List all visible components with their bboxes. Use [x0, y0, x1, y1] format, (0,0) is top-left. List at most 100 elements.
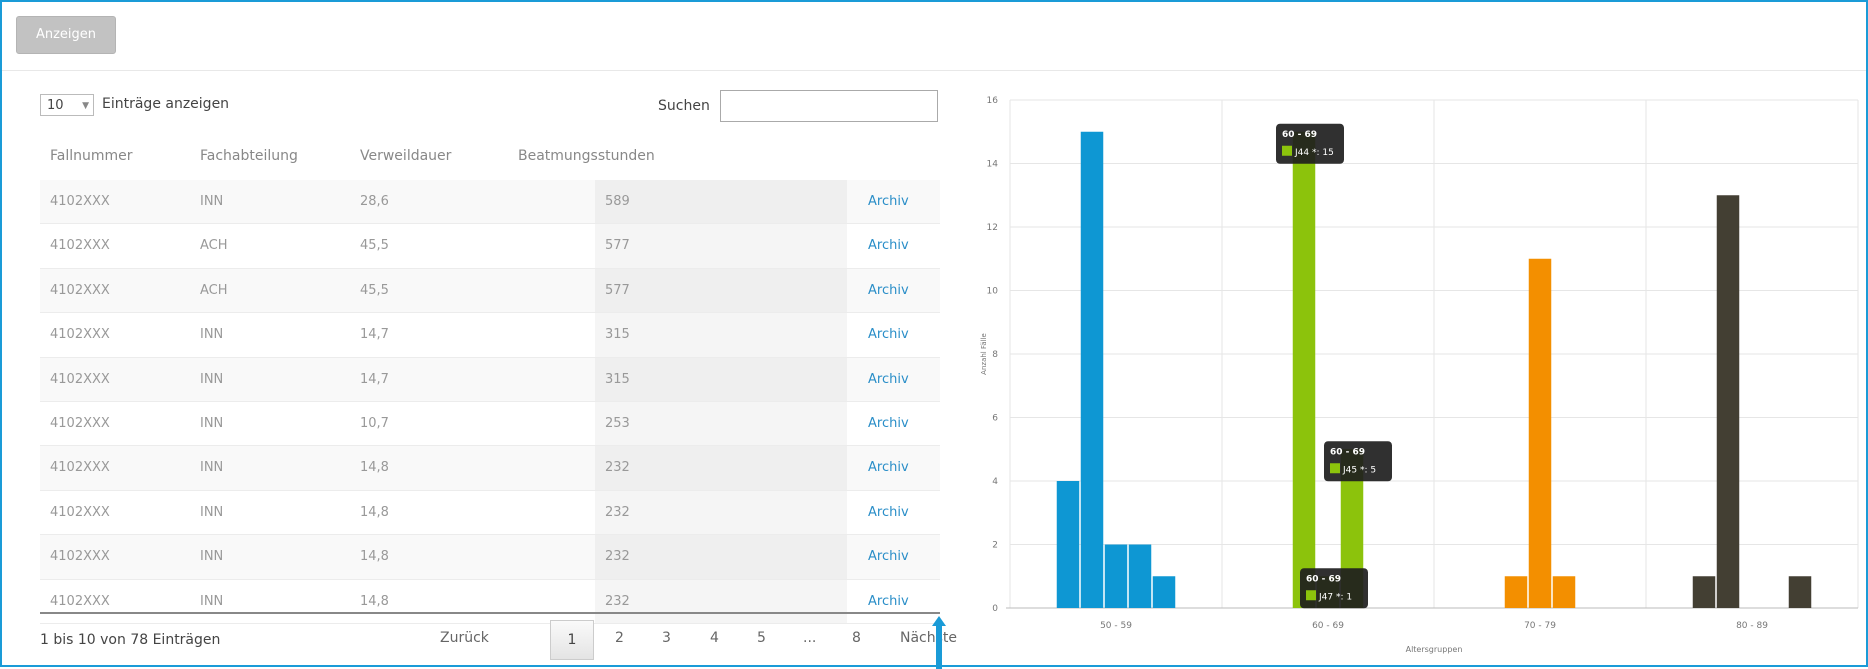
arrow-up-icon: [932, 616, 946, 669]
cell-fachabteilung: INN: [200, 549, 224, 565]
sorted-column-shade: [595, 357, 847, 401]
cell-verweildauer: 14,8: [360, 593, 389, 609]
cell-fachabteilung: INN: [200, 460, 224, 476]
chart-bar[interactable]: [1056, 481, 1080, 608]
cell-fallnummer: 4102XXX: [50, 371, 110, 387]
cell-fachabteilung: ACH: [200, 238, 228, 254]
x-tick-label: 50 - 59: [1100, 621, 1132, 631]
chart-bar[interactable]: [1152, 576, 1176, 608]
column-header-fallnummer[interactable]: Fallnummer: [50, 148, 133, 164]
pagination-page[interactable]: 4: [710, 630, 719, 646]
sorted-column-shade: [595, 535, 847, 579]
cell-verweildauer: 14,8: [360, 549, 389, 565]
column-header-fachabteilung[interactable]: Fachabteilung: [200, 148, 298, 164]
chart-bar[interactable]: [1788, 576, 1812, 608]
cell-verweildauer: 14,8: [360, 504, 389, 520]
cell-fachabteilung: INN: [200, 194, 224, 209]
cell-beatmungsstunden: 232: [605, 593, 630, 609]
x-axis-label: Altersgruppen: [1406, 645, 1463, 654]
show-button[interactable]: Anzeigen: [16, 16, 116, 54]
archiv-link[interactable]: Archiv: [868, 283, 909, 298]
entries-length-label: Einträge anzeigen: [102, 96, 230, 112]
cell-fallnummer: 4102XXX: [50, 415, 110, 431]
x-tick-label: 80 - 89: [1736, 621, 1768, 631]
search-input[interactable]: [720, 90, 938, 122]
table-row: 4102XXX ACH 45,5 577 Archiv: [40, 268, 940, 314]
column-header-beatmungsstunden[interactable]: Beatmungsstunden: [518, 148, 655, 164]
archiv-link[interactable]: Archiv: [868, 238, 909, 253]
search-label: Suchen: [658, 98, 710, 114]
cell-verweildauer: 28,6: [360, 194, 389, 209]
app-frame: Anzeigen 10 ▼ Einträge anzeigen Suchen F…: [0, 0, 1868, 669]
archiv-link[interactable]: Archiv: [868, 594, 909, 609]
toolbar: Anzeigen: [2, 2, 1866, 71]
pagination-prev[interactable]: Zurück: [440, 630, 489, 646]
archiv-link[interactable]: Archiv: [868, 505, 909, 520]
chart-bar[interactable]: [1316, 576, 1340, 608]
table-row: 4102XXX INN 14,8 232 Archiv: [40, 490, 940, 536]
table-row: 4102XXX INN 14,8 232 Archiv: [40, 535, 940, 580]
table-row: 4102XXX INN 14,8 232 Archiv: [40, 579, 940, 624]
y-tick-label: 16: [987, 96, 999, 106]
chart-bar[interactable]: [1692, 576, 1716, 608]
pagination-page[interactable]: 3: [662, 630, 671, 646]
y-tick-label: 8: [992, 350, 998, 360]
pagination-ellipsis: ...: [803, 630, 817, 646]
table-footer-divider: [40, 612, 940, 614]
archiv-link[interactable]: Archiv: [868, 460, 909, 475]
chart-bar[interactable]: [1104, 544, 1128, 609]
chart-bar[interactable]: [1340, 449, 1364, 608]
cell-beatmungsstunden: 577: [605, 238, 630, 254]
archiv-link[interactable]: Archiv: [868, 372, 909, 387]
cell-beatmungsstunden: 589: [605, 194, 630, 209]
cell-fachabteilung: INN: [200, 593, 224, 609]
cell-beatmungsstunden: 232: [605, 504, 630, 520]
pagination-page[interactable]: 5: [757, 630, 766, 646]
sorted-column-shade: [595, 313, 847, 357]
y-axis-label: Anzahl Fälle: [980, 333, 988, 375]
table-row: 4102XXX INN 14,7 315 Archiv: [40, 357, 940, 402]
table-header: Fallnummer Fachabteilung Verweildauer Be…: [40, 140, 940, 182]
pagination-page-current[interactable]: 1: [550, 620, 594, 660]
table-row: 4102XXX INN 14,8 232 Archiv: [40, 446, 940, 491]
cell-beatmungsstunden: 232: [605, 460, 630, 476]
chart-bar[interactable]: [1292, 131, 1316, 608]
column-header-verweildauer[interactable]: Verweildauer: [360, 148, 451, 164]
table-body: 4102XXX INN 28,6 589 Archiv 4102XXX ACH 45,5 577…: [40, 180, 940, 624]
cell-verweildauer: 45,5: [360, 282, 389, 298]
cell-verweildauer: 45,5: [360, 238, 389, 254]
chart-bar[interactable]: [1080, 131, 1104, 608]
pagination-page[interactable]: 8: [852, 630, 861, 646]
y-tick-label: 14: [987, 160, 999, 170]
y-tick-label: 2: [992, 541, 998, 551]
cell-verweildauer: 14,7: [360, 327, 389, 343]
pagination-next[interactable]: Nächste: [900, 630, 957, 646]
x-tick-label: 70 - 79: [1524, 621, 1556, 631]
sorted-column-shade: [595, 180, 847, 224]
y-tick-label: 12: [987, 223, 998, 233]
cell-fallnummer: 4102XXX: [50, 238, 110, 254]
entries-length-select[interactable]: 10 ▼: [40, 94, 94, 116]
chart-bar[interactable]: [1716, 195, 1740, 608]
chart-bar[interactable]: [1128, 544, 1152, 609]
archiv-link[interactable]: Archiv: [868, 549, 909, 564]
archiv-link[interactable]: Archiv: [868, 416, 909, 431]
bar-chart: 0 2 4 6 8 10 12 14 16 50 - 59 60 - 69 70 - 79 80 - 8…: [980, 96, 1859, 654]
table-row: 4102XXX INN 14,7 315 Archiv: [40, 313, 940, 358]
sorted-column-shade: [595, 401, 847, 446]
tooltip-swatch: [1330, 463, 1340, 474]
tooltip-swatch: [1282, 145, 1292, 156]
cell-beatmungsstunden: 577: [605, 282, 630, 298]
cell-beatmungsstunden: 315: [605, 327, 630, 343]
chart-bar[interactable]: [1528, 258, 1552, 608]
cell-beatmungsstunden: 232: [605, 549, 630, 565]
table-row: 4102XXX INN 10,7 253 Archiv: [40, 401, 940, 447]
table-info: 1 bis 10 von 78 Einträgen: [40, 632, 221, 648]
chart-bar[interactable]: [1552, 576, 1576, 608]
chart-bar[interactable]: [1504, 576, 1528, 608]
archiv-link[interactable]: Archiv: [868, 327, 909, 342]
table-row: 4102XXX ACH 45,5 577 Archiv: [40, 224, 940, 269]
cell-fallnummer: 4102XXX: [50, 593, 110, 609]
archiv-link[interactable]: Archiv: [868, 194, 909, 209]
pagination-page[interactable]: 2: [615, 630, 624, 646]
